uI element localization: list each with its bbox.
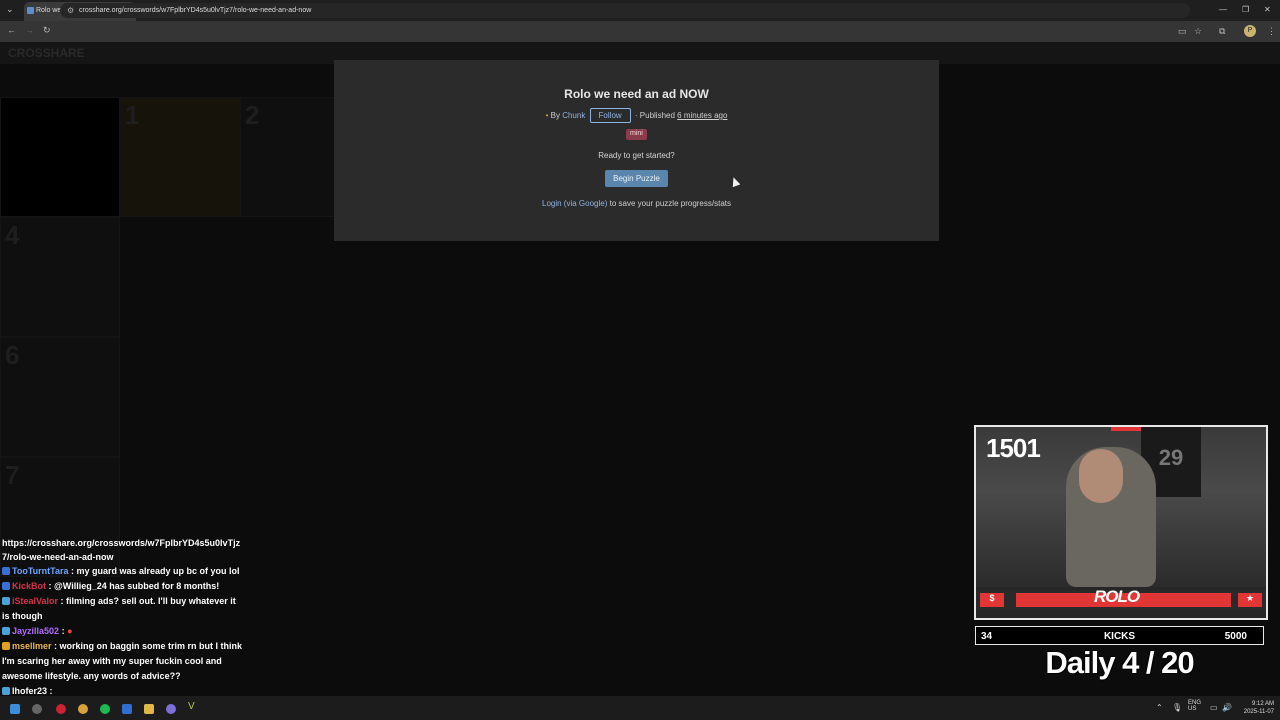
stream-chat: https://crosshare.org/crosswords/w7Fplbr…	[0, 536, 245, 699]
cell-number: 7	[5, 460, 20, 490]
follow-button[interactable]: Follow	[589, 108, 631, 123]
streamer-head	[1079, 449, 1123, 503]
chat-username: iStealValor	[12, 596, 59, 606]
begin-puzzle-button[interactable]: Begin Puzzle	[605, 170, 668, 187]
badge-icon	[2, 627, 10, 635]
cell-number: 2	[245, 100, 260, 130]
chrome-icon[interactable]	[78, 704, 88, 714]
author-dot-icon: •	[545, 111, 549, 120]
site-info-icon[interactable]: ⚙	[67, 6, 74, 15]
start-icon[interactable]	[10, 704, 20, 714]
bookmark-star-icon[interactable]: ☆	[1194, 26, 1202, 37]
extensions-icon[interactable]: ⧉	[1219, 26, 1225, 37]
chat-username: lhofer23	[12, 686, 48, 696]
region-text: US	[1188, 706, 1197, 712]
app-icon[interactable]	[122, 704, 132, 714]
site-logo: CROSSHARE	[8, 46, 85, 60]
tag-mini[interactable]: mini	[626, 129, 647, 140]
cast-icon[interactable]: ▭	[1178, 26, 1187, 37]
emote-icon: ●	[67, 626, 73, 636]
author-link[interactable]: Chunk	[562, 111, 585, 120]
language-indicator[interactable]: ENG US	[1188, 700, 1201, 712]
search-icon[interactable]	[32, 704, 42, 714]
back-icon[interactable]: ←	[7, 25, 16, 35]
puzzle-start-modal: Rolo we need an ad NOW • By Chunk Follow…	[334, 60, 939, 241]
minimize-icon[interactable]: —	[1219, 5, 1227, 14]
grid-cell[interactable]: 1	[120, 97, 240, 217]
clock-date: 2025-11-07	[1243, 709, 1274, 715]
kicks-label: KICKS	[1103, 631, 1136, 642]
stream-logo: ROLO	[1094, 587, 1140, 606]
kicks-goal-bar: 34 KICKS 5000	[975, 626, 1264, 645]
url-text: crosshare.org/crosswords/w7FplbrYD4s5u0l…	[79, 7, 312, 14]
published-time: 6 minutes ago	[677, 111, 728, 120]
badge-icon	[2, 567, 10, 575]
browser-nav-bar	[0, 21, 1280, 42]
mic-icon[interactable]: 🎙	[1172, 703, 1182, 712]
chat-message: TooTurntTara : my guard was already up b…	[0, 564, 245, 579]
taskbar-clock[interactable]: 9:12 AM 2025-11-07	[1236, 700, 1274, 716]
chat-username: TooTurntTara	[12, 566, 69, 576]
daily-counter: Daily 4 / 20	[1045, 645, 1194, 680]
login-line: Login (via Google) to save your puzzle p…	[334, 199, 939, 208]
favicon-icon	[27, 7, 34, 14]
kicks-goal: 5000	[1224, 631, 1247, 642]
window-close-icon[interactable]: ✕	[1264, 5, 1271, 14]
puzzle-title: Rolo we need an ad NOW	[564, 87, 709, 101]
spotify-icon[interactable]	[100, 704, 110, 714]
star-icon: ★	[1238, 593, 1262, 607]
cell-number: 4	[5, 220, 20, 250]
chat-url-line: https://crosshare.org/crosswords/w7Fplbr…	[2, 538, 241, 562]
app-icon[interactable]	[56, 704, 66, 714]
network-icon[interactable]: ▭	[1210, 703, 1218, 712]
tray-chevron-icon[interactable]: ⌃	[1156, 703, 1163, 712]
chat-message: iStealValor : filming ads? sell out. I'l…	[0, 594, 245, 624]
money-icon: $	[980, 593, 1004, 607]
volume-icon[interactable]: 🔊	[1222, 703, 1232, 712]
badge-icon	[2, 582, 10, 590]
cell-number: 1	[125, 100, 140, 130]
forward-icon[interactable]: →	[25, 25, 34, 35]
tab-list-icon[interactable]: ⌄	[6, 4, 14, 15]
address-bar[interactable]: ⚙ crosshare.org/crosswords/w7FplbrYD4s5u…	[60, 3, 1190, 18]
chat-message: KickBot : @Willieg_24 has subbed for 8 m…	[0, 579, 245, 594]
by-prefix: By	[550, 111, 560, 120]
viewer-count: 1501	[986, 433, 1041, 463]
chat-username: Jayzilla502	[12, 626, 60, 636]
chat-username: KickBot	[12, 581, 47, 591]
grid-cell	[0, 97, 120, 217]
ready-text: Ready to get started?	[598, 151, 675, 160]
webcam-overlay: 29 1501 $ ROLO ★	[974, 425, 1268, 620]
byline: • By Chunk Follow · Published 6 minutes …	[334, 108, 939, 123]
chat-text: :	[49, 686, 53, 696]
menu-icon[interactable]: ⋮	[1267, 26, 1276, 37]
discord-icon[interactable]	[166, 704, 176, 714]
chat-text: : @Willieg_24 has subbed for 8 months!	[48, 581, 220, 591]
chat-message: msellmer : working on baggin some trim r…	[0, 639, 245, 684]
grid-cell[interactable]: 4	[0, 217, 120, 337]
chat-username: msellmer	[12, 641, 52, 651]
grid-cell[interactable]: 6	[0, 337, 120, 457]
login-suffix: to save your puzzle progress/stats	[609, 199, 731, 208]
restore-icon[interactable]: ❐	[1242, 5, 1249, 14]
chat-message: Jayzilla502 : ●	[0, 624, 245, 639]
chat-text: : my guard was already up bc of you lol	[71, 566, 240, 576]
published-prefix: · Published	[634, 111, 675, 120]
app-v-icon[interactable]: V	[188, 701, 198, 712]
chat-text: :	[61, 626, 65, 636]
login-link[interactable]: Login (via Google)	[542, 199, 607, 208]
cell-number: 6	[5, 340, 20, 370]
badge-icon	[2, 687, 10, 695]
folder-icon[interactable]	[144, 704, 154, 714]
clock-time: 9:12 AM	[1251, 701, 1274, 707]
reload-icon[interactable]: ↻	[43, 25, 51, 36]
profile-avatar[interactable]: P	[1244, 25, 1256, 37]
badge-icon	[2, 597, 10, 605]
badge-icon	[2, 642, 10, 650]
